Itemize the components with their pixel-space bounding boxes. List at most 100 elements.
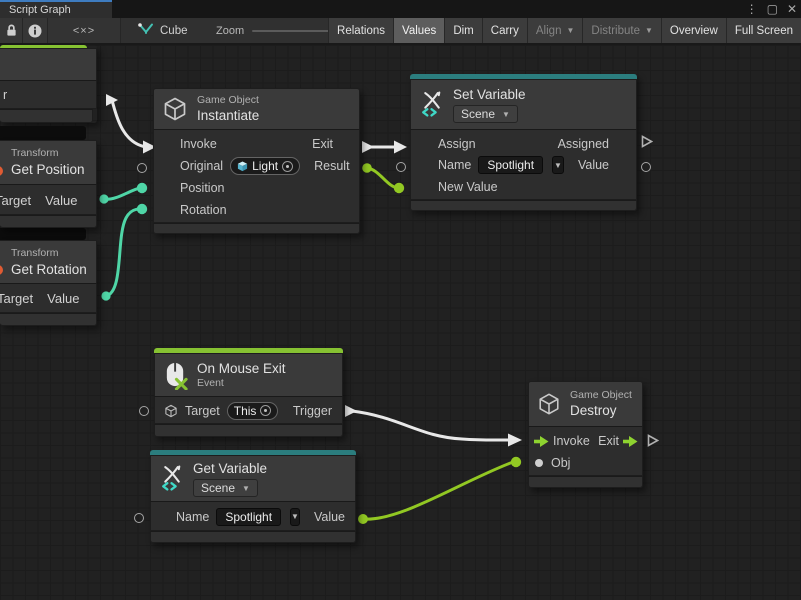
trigger-port-label: Trigger (293, 404, 332, 418)
graph-toolbar: <×> Cube Zoom 1x Relations Values Dim Ca… (0, 18, 801, 45)
node-footer (0, 215, 97, 228)
wire-port-dot[interactable] (137, 204, 147, 214)
transform-icon (0, 264, 6, 276)
name-input-port[interactable] (134, 513, 144, 523)
close-icon[interactable]: ✕ (787, 2, 797, 16)
lock-button[interactable] (0, 18, 23, 43)
caret-down-icon: ▼ (242, 484, 250, 493)
wire-getrotation-to-rotation[interactable] (106, 209, 140, 296)
relations-button[interactable]: Relations (328, 18, 393, 43)
node-body: Assign Assigned Name Spotlight ▼ Value N… (410, 130, 637, 200)
unity-script-graph-window: Script Graph ⋮ ▢ ✕ <×> (0, 0, 801, 600)
node-footer (154, 424, 343, 437)
new-value-port-label: New Value (438, 180, 498, 194)
variable-name-dropdown[interactable]: Spotlight (478, 156, 543, 174)
variable-name-dropdown[interactable]: Spotlight (216, 508, 281, 526)
wire-port-dot[interactable] (101, 291, 110, 300)
node-header: Set Variable Scene▼ (410, 79, 637, 130)
carry-button[interactable]: Carry (482, 18, 527, 43)
target-object-field[interactable]: This (227, 402, 279, 420)
wire-trigger-to-invoke[interactable] (352, 411, 508, 440)
node-header: Game Object Destroy (528, 381, 643, 427)
full-screen-button[interactable]: Full Screen (726, 18, 801, 43)
values-button[interactable]: Values (393, 18, 444, 43)
node-header (0, 48, 97, 81)
assigned-output-port[interactable] (641, 135, 653, 148)
wire-port-dot[interactable] (358, 514, 368, 524)
value-port-label: Value (578, 158, 609, 172)
object-picker-icon[interactable] (260, 405, 271, 416)
dim-button[interactable]: Dim (444, 18, 481, 43)
connection-wires (0, 45, 801, 600)
node-footer (153, 223, 360, 234)
node-header: Get Variable Scene▼ (150, 455, 356, 502)
node-header: On Mouse Exit Event (154, 353, 343, 397)
variable-scope-dropdown[interactable]: Scene▼ (453, 105, 518, 123)
info-icon (28, 24, 42, 38)
maximize-icon[interactable]: ▢ (767, 2, 778, 16)
wire-result-to-newvalue[interactable] (367, 168, 398, 188)
clipped-port-label: r (3, 88, 7, 102)
node-title: Destroy (570, 402, 632, 419)
wire-port-dot[interactable] (394, 183, 404, 193)
zoom-label: Zoom (216, 25, 244, 37)
variable-scope-dropdown[interactable]: Scene▼ (193, 479, 258, 497)
rotation-port-label: Rotation (180, 203, 227, 217)
invoke-port-label: Invoke (180, 137, 217, 151)
info-button[interactable] (23, 18, 48, 43)
align-button[interactable]: Align▼ (527, 18, 583, 43)
node-instantiate[interactable]: Game Object Instantiate Invoke Exit Orig… (153, 88, 360, 234)
original-object-value: Light (252, 159, 278, 173)
node-on-mouse-exit[interactable]: On Mouse Exit Event Target This Trigger (154, 348, 343, 437)
name-input-port[interactable] (396, 162, 406, 172)
toolbar-buttons: Relations Values Dim Carry Align▼ Distri… (328, 18, 801, 43)
wire-port-dot[interactable] (362, 163, 372, 173)
gameobject-cube-icon (164, 404, 178, 418)
node-destroy[interactable]: Game Object Destroy Invoke Exit (528, 381, 643, 488)
more-menu-icon[interactable]: ⋮ (746, 2, 758, 16)
value-output-port[interactable] (641, 162, 651, 172)
node-footer (410, 200, 637, 211)
object-picker-icon[interactable] (282, 161, 293, 172)
caret-down-icon[interactable]: ▼ (552, 156, 564, 174)
wire-port-dot[interactable] (511, 457, 521, 467)
caret-down-icon[interactable]: ▼ (290, 508, 300, 526)
node-subtitle: Event (197, 377, 286, 390)
wire-event-to-invoke[interactable] (112, 100, 146, 147)
node-body: Target This Trigger (154, 397, 343, 424)
node-set-variable[interactable]: Set Variable Scene▼ Assign Assigned Name… (410, 74, 637, 211)
node-body: Target Value (0, 185, 97, 215)
exit-output-port[interactable] (647, 434, 659, 447)
flow-in-port-icon[interactable] (534, 436, 549, 447)
node-category: Transform (11, 247, 58, 260)
target-port-label: Target (185, 404, 220, 418)
original-input-port[interactable] (137, 163, 147, 173)
wire-port-dot[interactable] (99, 194, 108, 203)
node-title: Get Variable (193, 460, 267, 477)
node-get-position[interactable]: Transform Get Position Target Value (0, 140, 97, 228)
node-edge-event[interactable]: r (0, 45, 97, 123)
target-input-port[interactable] (139, 406, 149, 416)
node-footer (0, 313, 97, 326)
obj-port-icon[interactable] (535, 459, 543, 467)
original-object-field[interactable]: Light (230, 157, 300, 175)
overview-button[interactable]: Overview (661, 18, 726, 43)
wire-port-dot[interactable] (137, 183, 147, 193)
graph-breadcrumb[interactable]: Cube (138, 18, 188, 43)
name-port-label: Name (176, 510, 209, 524)
node-get-variable[interactable]: Get Variable Scene▼ Name Spotlight ▼ Val… (150, 450, 356, 543)
flow-out-port-icon[interactable] (623, 436, 638, 447)
distribute-button[interactable]: Distribute▼ (582, 18, 661, 43)
wire-getposition-to-position[interactable] (104, 188, 140, 199)
node-get-rotation[interactable]: Transform Get Rotation Target Value (0, 240, 97, 326)
node-category: Game Object (570, 389, 632, 402)
tab-script-graph[interactable]: Script Graph (0, 0, 112, 18)
wire-getvariable-to-obj[interactable] (363, 462, 513, 519)
node-footer (528, 476, 643, 488)
target-port-label: Target (0, 291, 33, 306)
graph-canvas[interactable]: r Transform Get Position Target Value (0, 45, 801, 600)
window-controls: ⋮ ▢ ✕ (746, 0, 797, 18)
caret-down-icon: ▼ (566, 26, 574, 35)
code-view-button[interactable]: <×> (48, 18, 121, 43)
lock-icon (4, 23, 19, 38)
